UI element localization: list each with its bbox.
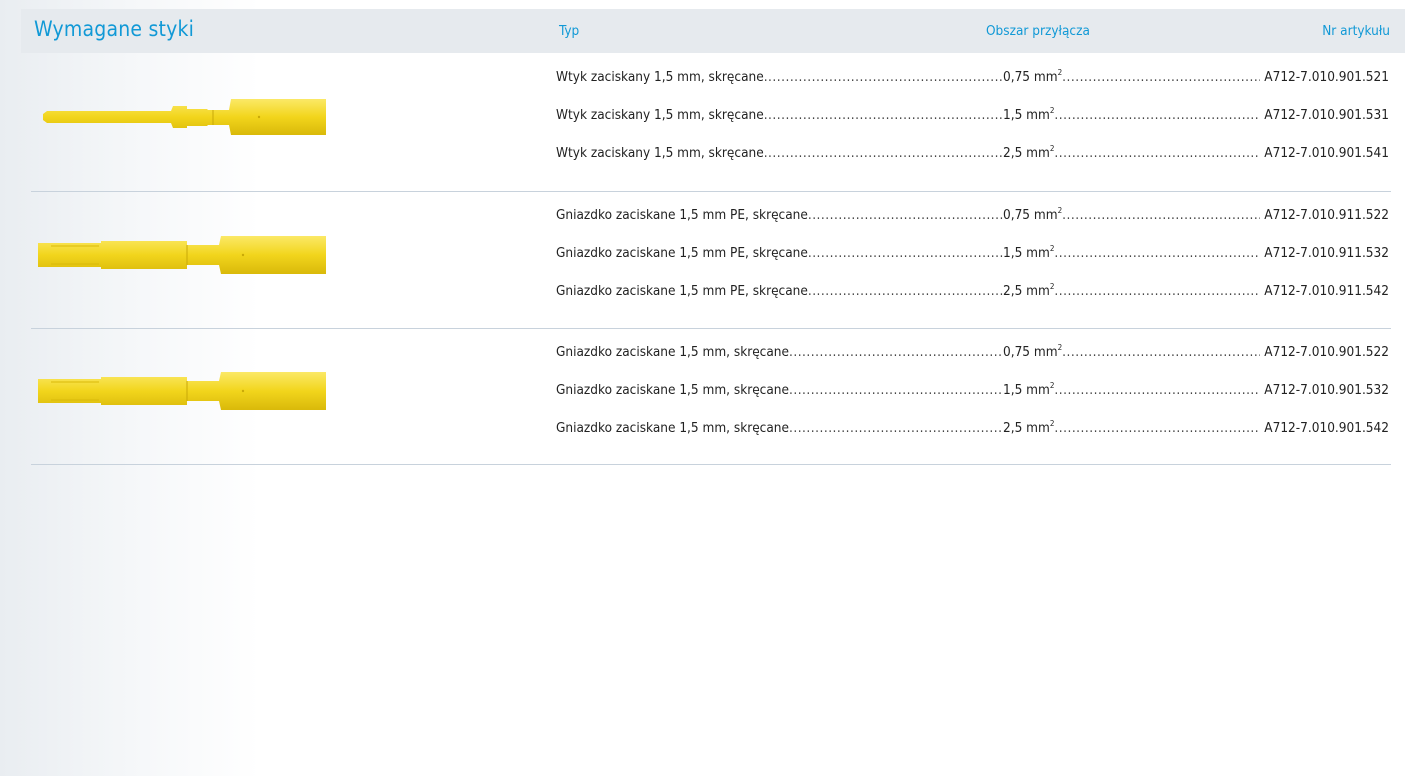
- column-header-type: Typ: [559, 23, 580, 39]
- article-number: A712-7.010.901.542: [1264, 420, 1389, 436]
- article-number: A712-7.010.901.531: [1264, 107, 1389, 123]
- crimp-socket-image: [38, 372, 326, 410]
- contact-type: Wtyk zaciskany 1,5 mm, skręcane: [556, 145, 764, 161]
- table-row: Wtyk zaciskany 1,5 mm, skręcane 1,5 mm2 …: [556, 106, 1389, 126]
- row-divider: [31, 464, 1391, 465]
- crimp-pin-image: [43, 99, 326, 135]
- table-row: Gniazdko zaciskane 1,5 mm PE, skręcane 1…: [556, 244, 1389, 264]
- contact-type: Gniazdko zaciskane 1,5 mm, skręcane: [556, 382, 789, 398]
- contact-type: Gniazdko zaciskane 1,5 mm, skręcane: [556, 344, 789, 360]
- row-divider: [31, 328, 1391, 329]
- crimp-socket-pe-image: [38, 236, 326, 274]
- table-row: Wtyk zaciskany 1,5 mm, skręcane 2,5 mm2 …: [556, 144, 1389, 164]
- contact-type: Gniazdko zaciskane 1,5 mm PE, skręcane: [556, 283, 808, 299]
- table-header: Wymagane styki Typ Obszar przyłącza Nr a…: [21, 9, 1405, 53]
- connection-area: 1,5 mm2: [1003, 106, 1055, 123]
- section-title: Wymagane styki: [34, 17, 195, 41]
- contact-type: Gniazdko zaciskane 1,5 mm PE, skręcane: [556, 245, 808, 261]
- connection-area: 2,5 mm2: [1003, 282, 1055, 299]
- page: Wymagane styki Typ Obszar przyłącza Nr a…: [0, 0, 1405, 776]
- contact-type: Wtyk zaciskany 1,5 mm, skręcane: [556, 69, 764, 85]
- article-number: A712-7.010.911.532: [1264, 245, 1389, 261]
- connection-area: 1,5 mm2: [1003, 244, 1055, 261]
- article-number: A712-7.010.911.542: [1264, 283, 1389, 299]
- contact-type: Gniazdko zaciskane 1,5 mm, skręcane: [556, 420, 789, 436]
- article-number: A712-7.010.911.522: [1264, 207, 1389, 223]
- column-header-area: Obszar przyłącza: [986, 23, 1090, 39]
- table-row: Wtyk zaciskany 1,5 mm, skręcane 0,75 mm2…: [556, 68, 1389, 88]
- article-number: A712-7.010.901.541: [1264, 145, 1389, 161]
- table-row: Gniazdko zaciskane 1,5 mm PE, skręcane 0…: [556, 206, 1389, 226]
- connection-area: 0,75 mm2: [1003, 206, 1063, 223]
- table-row: Gniazdko zaciskane 1,5 mm PE, skręcane 2…: [556, 282, 1389, 302]
- article-number: A712-7.010.901.522: [1264, 344, 1389, 360]
- article-number: A712-7.010.901.532: [1264, 382, 1389, 398]
- connection-area: 0,75 mm2: [1003, 343, 1063, 360]
- connection-area: 2,5 mm2: [1003, 144, 1055, 161]
- column-header-article: Nr artykułu: [1322, 23, 1390, 39]
- contact-type: Gniazdko zaciskane 1,5 mm PE, skręcane: [556, 207, 808, 223]
- connection-area: 2,5 mm2: [1003, 419, 1055, 436]
- article-number: A712-7.010.901.521: [1264, 69, 1389, 85]
- row-divider: [31, 191, 1391, 192]
- table-row: Gniazdko zaciskane 1,5 mm, skręcane 2,5 …: [556, 419, 1389, 439]
- connection-area: 1,5 mm2: [1003, 381, 1055, 398]
- table-row: Gniazdko zaciskane 1,5 mm, skręcane 0,75…: [556, 343, 1389, 363]
- table-row: Gniazdko zaciskane 1,5 mm, skręcane 1,5 …: [556, 381, 1389, 401]
- contact-type: Wtyk zaciskany 1,5 mm, skręcane: [556, 107, 764, 123]
- connection-area: 0,75 mm2: [1003, 68, 1063, 85]
